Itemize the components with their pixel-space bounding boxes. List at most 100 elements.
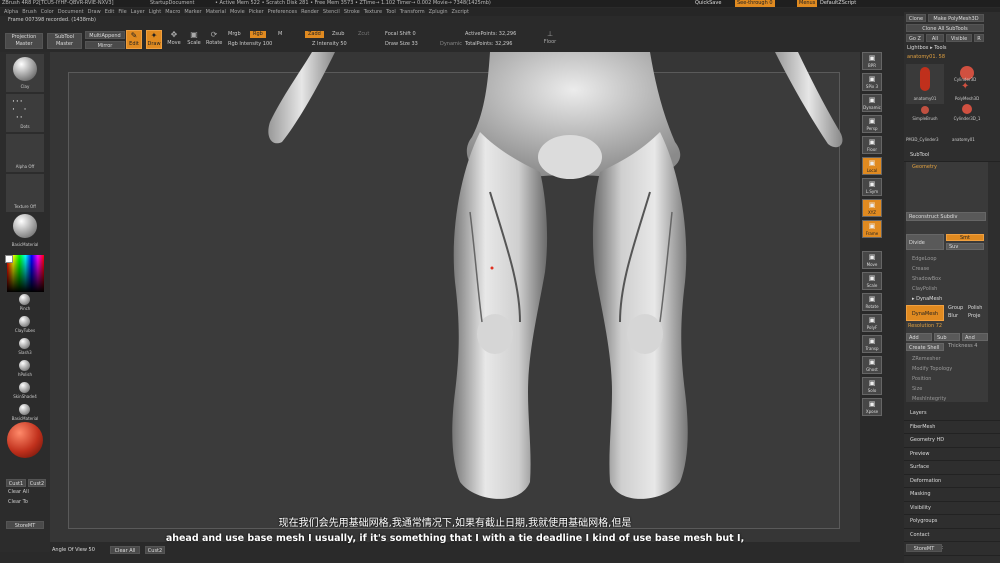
mrgb-toggle[interactable]: Mrgb (228, 31, 241, 38)
dynamesh-header[interactable]: ▸ DynaMesh (906, 294, 942, 304)
shelf-xyz[interactable]: ▣ XYZ (862, 199, 882, 217)
shelf-transp[interactable]: ▣ Transp (862, 335, 882, 353)
r-button[interactable]: R (974, 34, 984, 42)
section-geometry-hd[interactable]: Geometry HD (904, 434, 1000, 448)
section-contact[interactable]: Contact (904, 529, 1000, 542)
shelf-floor[interactable]: ▣ Floor (862, 136, 882, 154)
shelf-ghost[interactable]: ▣ Ghost (862, 356, 882, 374)
menu-layer[interactable]: Layer (131, 9, 145, 16)
m-toggle[interactable]: M (278, 31, 282, 38)
geometry-claypolish[interactable]: ClayPolish (906, 284, 988, 294)
brush-slot-skinshade4[interactable]: SkinShade4 (5, 382, 45, 404)
brush-selector[interactable]: Clay (6, 54, 44, 92)
floor-button[interactable]: ⊥ Floor (540, 29, 560, 49)
move-button[interactable]: ✥ Move (166, 30, 182, 49)
menu-stroke[interactable]: Stroke (344, 9, 360, 16)
alpha-selector[interactable]: Alpha Off (6, 134, 44, 172)
menu-zscript[interactable]: Zscript (452, 9, 469, 16)
viewport-canvas[interactable]: 现在我们会先用基础网格,我通常情况下,如果有截止日期,我就使用基础网格,但是 a… (50, 52, 860, 544)
cust1-button[interactable]: Cust1 (6, 479, 26, 487)
menu-tool[interactable]: Tool (386, 9, 396, 16)
see-through-slider[interactable]: See-through 0 (735, 0, 775, 7)
section-visibility[interactable]: Visibility (904, 502, 1000, 515)
menu-draw[interactable]: Draw (88, 9, 101, 16)
menu-material[interactable]: Material (206, 9, 226, 16)
dynamesh-button[interactable]: DynaMesh (906, 305, 944, 321)
section-deformation[interactable]: Deformation (904, 475, 1000, 488)
group-toggle[interactable]: Group (948, 305, 963, 312)
reconstruct-subdiv-button[interactable]: Reconstruct Subdiv (906, 212, 986, 221)
menu-movie[interactable]: Movie (230, 9, 245, 16)
shelf-frame[interactable]: ▣ Frame (862, 220, 882, 238)
red-material-sphere[interactable] (7, 422, 43, 458)
draw-size-slider[interactable]: Draw Size 33 (385, 41, 418, 48)
store-mt-left-button[interactable]: StoreMT (6, 521, 44, 529)
menu-zplugin[interactable]: Zplugin (429, 9, 448, 16)
shelf-bpr[interactable]: ▣ BPR (862, 52, 882, 70)
subtool-master-button[interactable]: SubTool Master (47, 33, 82, 49)
stroke-selector[interactable]: ··· · · ·· Dots (6, 94, 44, 132)
divide-button[interactable]: Divide (906, 234, 944, 250)
clear-all-bottom-button[interactable]: Clear All (110, 546, 140, 554)
dynamic-toggle[interactable]: Dynamic (440, 41, 462, 48)
geometry-shadowbox[interactable]: ShadowBox (906, 274, 988, 284)
geometry-section-header[interactable]: Geometry (906, 162, 988, 172)
clear-to-button[interactable]: Clear To (8, 499, 28, 506)
shelf-l-sym[interactable]: ▣ L.Sym (862, 178, 882, 196)
section-layers[interactable]: Layers (904, 407, 1000, 421)
shelf-rotate[interactable]: ▣ Rotate (862, 293, 882, 311)
shelf-spix-3[interactable]: ▣ SPix 3 (862, 73, 882, 91)
menu-render[interactable]: Render (301, 9, 319, 16)
zcut-toggle[interactable]: Zcut (358, 31, 369, 38)
tool-thumb-cylinder3d-1[interactable]: Cylinder3D_1 (948, 104, 986, 126)
shelf-move[interactable]: ▣ Move (862, 251, 882, 269)
resolution-slider[interactable]: Resolution 72 (908, 323, 942, 330)
mirror-button[interactable]: Mirror (85, 41, 125, 49)
section-masking[interactable]: Masking (904, 488, 1000, 502)
lightbox-tools-button[interactable]: Lightbox ▸ Tools (907, 45, 947, 52)
shelf-xpose[interactable]: ▣ Xpose (862, 398, 882, 416)
polish-toggle[interactable]: Polish (968, 305, 982, 312)
projection-master-button[interactable]: Projection Master (5, 33, 43, 49)
angle-of-view-slider[interactable]: Angle Of View 50 (52, 547, 95, 554)
section-fibermesh[interactable]: FiberMesh (904, 421, 1000, 434)
brush-slot-hpolish[interactable]: hPolish (5, 360, 45, 382)
subtool-section[interactable]: SubTool (904, 149, 1000, 162)
quicksave-button[interactable]: QuickSave (695, 0, 721, 7)
shelf-persp[interactable]: ▣ Persp (862, 115, 882, 133)
zadd-toggle[interactable]: Zadd (305, 31, 324, 38)
menu-document[interactable]: Document (58, 9, 84, 16)
menu-transform[interactable]: Transform (400, 9, 425, 16)
section-preview[interactable]: Preview (904, 448, 1000, 461)
menu-brush[interactable]: Brush (22, 9, 36, 16)
material-selector[interactable]: BasicMaterial (6, 212, 44, 250)
geometry-crease[interactable]: Crease (906, 264, 988, 274)
brush-slot-claytubes[interactable]: ClayTubes (5, 316, 45, 338)
cust2-button[interactable]: Cust2 (28, 479, 46, 487)
focal-shift-slider[interactable]: Focal Shift 0 (385, 31, 416, 38)
brush-slot-pinch[interactable]: Pinch (5, 294, 45, 316)
clone-button[interactable]: Clone (906, 14, 926, 22)
geometry-position[interactable]: Position (906, 374, 988, 384)
menu-preferences[interactable]: Preferences (268, 9, 297, 16)
menu-picker[interactable]: Picker (249, 9, 264, 16)
section-surface[interactable]: Surface (904, 461, 1000, 475)
all-button[interactable]: All (926, 34, 944, 42)
menu-color[interactable]: Color (41, 9, 54, 16)
tool-thumb-anatomy01[interactable]: anatomy01 (906, 64, 944, 104)
geometry-meshintegrity[interactable]: MeshIntegrity (906, 394, 988, 404)
menu-file[interactable]: File (118, 9, 126, 16)
draw-button[interactable]: ✦ Draw (146, 30, 162, 49)
add-button[interactable]: Add (906, 333, 932, 341)
thickness-slider[interactable]: Thickness 4 (948, 343, 977, 350)
tool-thumb-polymesh3d[interactable]: ✦ PolyMesh3D (948, 64, 986, 104)
section-polygroups[interactable]: Polygroups (904, 515, 1000, 529)
visible-button[interactable]: Visible (946, 34, 972, 42)
menus-button[interactable]: Menus (797, 0, 818, 7)
make-polymesh3d-button[interactable]: Make PolyMesh3D (928, 14, 984, 22)
sub-button[interactable]: Sub (934, 333, 960, 341)
geometry-size[interactable]: Size (906, 384, 988, 394)
scale-button[interactable]: ▣ Scale (186, 30, 202, 49)
suv-toggle[interactable]: Suv (946, 243, 984, 250)
clone-all-subtools-button[interactable]: Clone All SubTools (906, 24, 984, 32)
